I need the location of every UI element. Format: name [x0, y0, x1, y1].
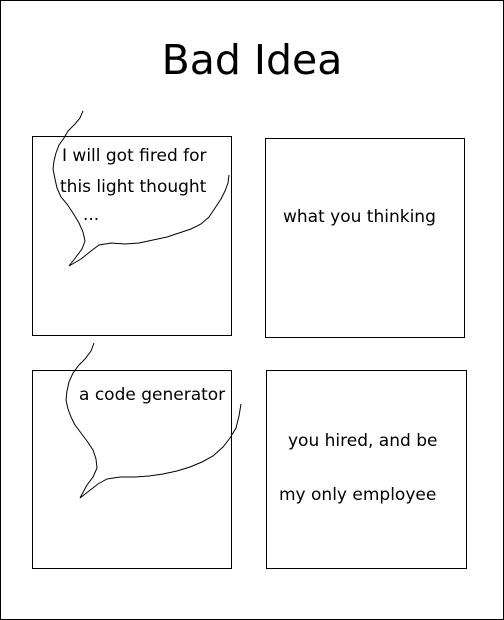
panel-1-line-3: ... [83, 205, 100, 225]
panel-1-line-1: I will got fired for [62, 146, 207, 166]
panel-1-line-2: this light thought [60, 177, 207, 197]
comic-page: Bad Idea I will got fired for this light… [0, 0, 504, 620]
panel-4-line-2: my only employee [279, 485, 437, 505]
page-title: Bad Idea [161, 36, 343, 84]
comic-panel-2 [265, 138, 465, 338]
panel-3-line-1: a code generator [79, 385, 226, 405]
comic-panel-4 [266, 370, 467, 569]
panel-4-line-1: you hired, and be [288, 431, 438, 451]
comic-panel-1 [32, 136, 232, 336]
panel-2-line-1: what you thinking [283, 207, 436, 227]
